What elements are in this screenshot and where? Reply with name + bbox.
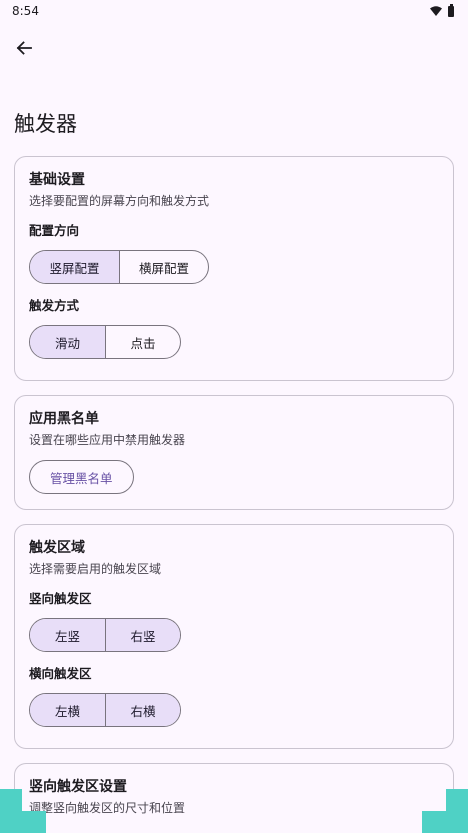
battery-icon [448, 3, 454, 17]
back-button[interactable] [10, 34, 38, 62]
trigger-mode-swipe-button[interactable]: 滑动 [30, 326, 105, 358]
blacklist-card: 应用黑名单 设置在哪些应用中禁用触发器 管理黑名单 [14, 395, 454, 510]
vertical-settings-title: 竖向触发区设置 [29, 779, 127, 795]
vertical-left-button[interactable]: 左竖 [30, 619, 105, 651]
trigger-mode-label: 触发方式 [29, 298, 80, 313]
right-trigger-zone-indicator [422, 789, 468, 833]
manage-blacklist-button[interactable]: 管理黑名单 [29, 460, 134, 494]
horizontal-right-button[interactable]: 右横 [105, 694, 180, 726]
vertical-settings-subtitle: 调整竖向触发区的尺寸和位置 [29, 801, 186, 815]
arrow-left-icon [16, 41, 32, 55]
trigger-area-card: 触发区域 选择需要启用的触发区域 竖向触发区 左竖 右竖 横向触发区 左横 右横 [14, 524, 454, 749]
wifi-icon [430, 6, 442, 16]
vertical-right-button[interactable]: 右竖 [105, 619, 180, 651]
vertical-trigger-segmented-control: 左竖 右竖 [29, 618, 181, 652]
page-title: 触发器 [14, 112, 77, 136]
horizontal-left-button[interactable]: 左横 [30, 694, 105, 726]
orientation-portrait-button[interactable]: 竖屏配置 [30, 251, 119, 283]
status-icons [430, 3, 454, 17]
basic-settings-subtitle: 选择要配置的屏幕方向和触发方式 [29, 194, 210, 208]
trigger-mode-tap-button[interactable]: 点击 [105, 326, 180, 358]
status-bar: 8:54 [0, 0, 468, 22]
orientation-segmented-control: 竖屏配置 横屏配置 [29, 250, 209, 284]
basic-settings-title: 基础设置 [29, 172, 85, 188]
basic-settings-card: 基础设置 选择要配置的屏幕方向和触发方式 配置方向 竖屏配置 横屏配置 触发方式… [14, 156, 454, 381]
vertical-settings-card: 竖向触发区设置 调整竖向触发区的尺寸和位置 [14, 763, 454, 833]
trigger-area-subtitle: 选择需要启用的触发区域 [29, 562, 162, 576]
trigger-area-title: 触发区域 [29, 540, 85, 556]
vertical-trigger-label: 竖向触发区 [29, 591, 92, 606]
left-trigger-zone-indicator [0, 789, 46, 833]
trigger-mode-segmented-control: 滑动 点击 [29, 325, 181, 359]
blacklist-subtitle: 设置在哪些应用中禁用触发器 [29, 433, 186, 447]
horizontal-trigger-segmented-control: 左横 右横 [29, 693, 181, 727]
status-time: 8:54 [12, 4, 39, 18]
orientation-landscape-button[interactable]: 横屏配置 [119, 251, 208, 283]
orientation-label: 配置方向 [29, 223, 80, 238]
blacklist-title: 应用黑名单 [29, 411, 99, 427]
horizontal-trigger-label: 横向触发区 [29, 666, 92, 681]
